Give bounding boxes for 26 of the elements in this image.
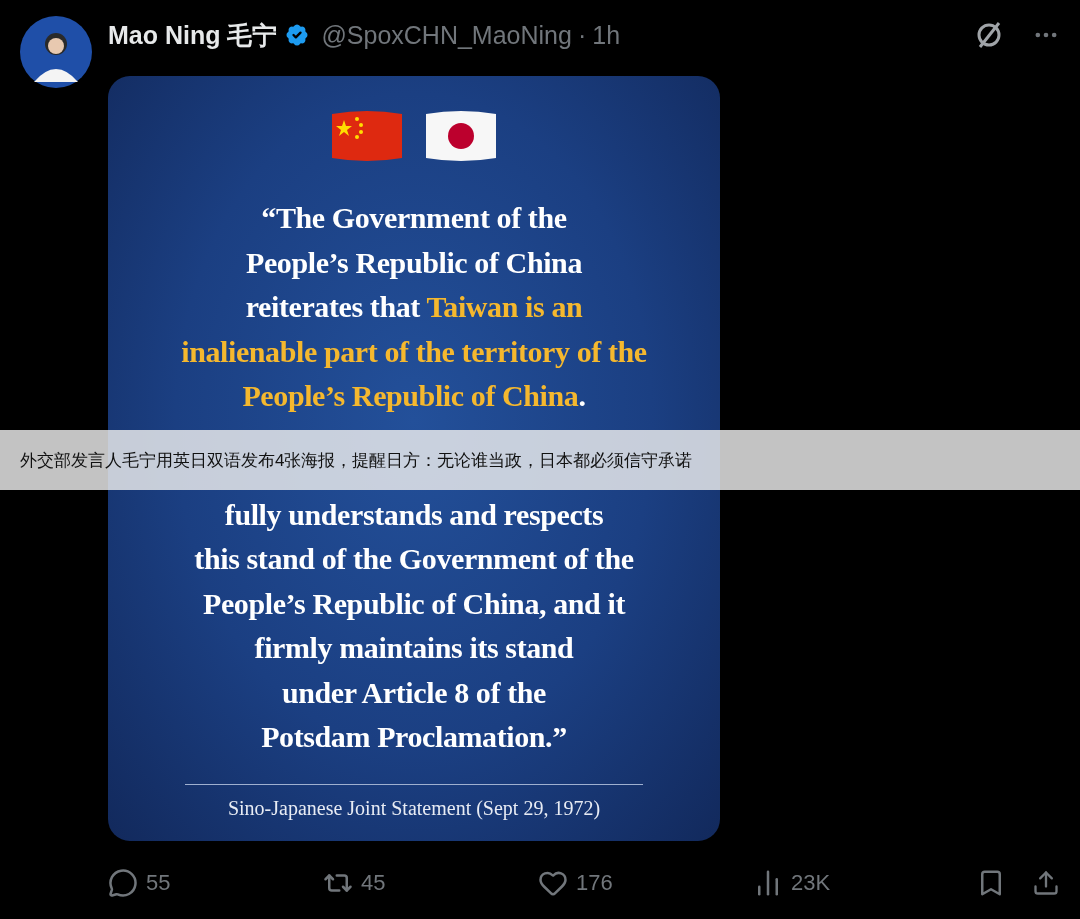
reply-button[interactable]: 55 xyxy=(108,868,171,898)
quote-line: firmly maintains its stand xyxy=(254,630,574,666)
quote-line: reiterates that Taiwan is an xyxy=(245,289,583,325)
quote-line: Potsdam Proclamation.” xyxy=(261,719,567,755)
share-icon[interactable] xyxy=(1032,869,1060,897)
quote-line: inalienable part of the territory of the xyxy=(181,333,647,370)
speech-bubble-icon xyxy=(108,868,138,898)
caption-text: 外交部发言人毛宁用英日双语发布4张海报，提醒日方：无论谁当政，日本都必须信守承诺 xyxy=(20,449,693,472)
like-button[interactable]: 176 xyxy=(538,868,613,898)
author-name[interactable]: Mao Ning 毛宁 xyxy=(108,18,278,52)
quote-line: “The Government of the xyxy=(261,200,567,236)
japan-flag-icon xyxy=(424,108,498,164)
views-button[interactable]: 23K xyxy=(753,868,831,898)
quote-line: People’s Republic of China xyxy=(246,244,582,281)
quote-line: this stand of the Government of the xyxy=(194,541,634,577)
author-handle[interactable]: @SpoxCHN_MaoNing xyxy=(321,20,572,50)
quote-line: fully understands and respects xyxy=(224,496,604,533)
source-citation: Sino-Japanese Joint Statement (Sept 29, 1972) xyxy=(227,796,601,820)
post-time[interactable]: 1h xyxy=(592,20,621,50)
quote-line: under Article 8 of the xyxy=(282,674,546,711)
quote-line: People’s Republic of China, and it xyxy=(203,585,625,622)
china-flag-icon xyxy=(330,108,404,164)
quote-line: People’s Republic of China. xyxy=(242,378,586,414)
avatar[interactable] xyxy=(20,16,92,88)
repost-button[interactable]: 45 xyxy=(323,868,386,898)
separator: · xyxy=(577,20,587,50)
